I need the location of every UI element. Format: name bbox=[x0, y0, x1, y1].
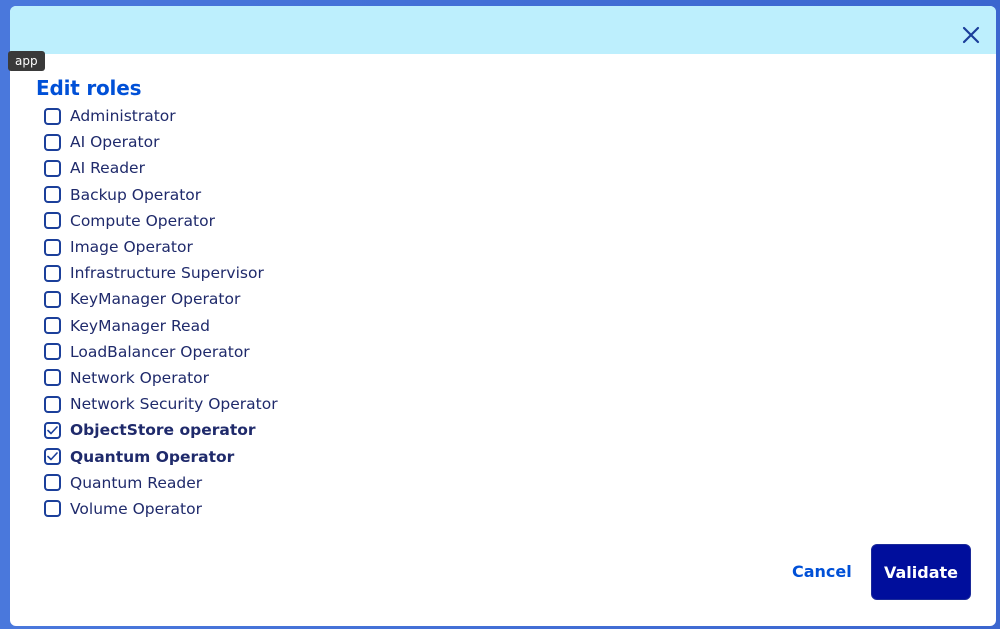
role-checkbox[interactable] bbox=[44, 107, 61, 125]
role-checkbox[interactable] bbox=[44, 448, 61, 466]
close-button[interactable] bbox=[960, 24, 982, 46]
edit-roles-dialog: Edit roles Administrator AI Operator AI Re… bbox=[10, 6, 996, 626]
role-label: ObjectStore operator bbox=[70, 421, 256, 440]
role-checkbox[interactable] bbox=[44, 343, 61, 361]
role-option[interactable]: Infrastructure Supervisor bbox=[44, 260, 278, 286]
role-label: Backup Operator bbox=[70, 185, 202, 204]
role-option[interactable]: Quantum Operator bbox=[44, 443, 278, 469]
close-icon bbox=[962, 26, 980, 44]
role-checkbox[interactable] bbox=[44, 186, 61, 204]
role-option[interactable]: Quantum Reader bbox=[44, 470, 278, 496]
role-label: AI Operator bbox=[70, 133, 160, 152]
role-label: Compute Operator bbox=[70, 211, 215, 230]
validate-button[interactable]: Validate bbox=[871, 544, 971, 600]
role-label: Administrator bbox=[70, 107, 176, 126]
check-icon bbox=[47, 452, 58, 461]
role-label: AI Reader bbox=[70, 159, 145, 178]
role-label: KeyManager Operator bbox=[70, 290, 241, 309]
role-label: Image Operator bbox=[70, 238, 193, 257]
role-label: Network Security Operator bbox=[70, 395, 278, 414]
app-tooltip: app bbox=[8, 51, 45, 71]
role-checkbox[interactable] bbox=[44, 317, 61, 335]
role-checkbox[interactable] bbox=[44, 369, 61, 387]
role-option[interactable]: Backup Operator bbox=[44, 182, 278, 208]
role-option[interactable]: Network Security Operator bbox=[44, 391, 278, 417]
role-option[interactable]: AI Operator bbox=[44, 129, 278, 155]
role-option[interactable]: Administrator bbox=[44, 103, 278, 129]
role-checkbox[interactable] bbox=[44, 395, 61, 413]
dialog-header bbox=[10, 6, 996, 54]
role-checkbox[interactable] bbox=[44, 159, 61, 177]
cancel-button[interactable]: Cancel bbox=[792, 562, 852, 581]
role-option[interactable]: AI Reader bbox=[44, 155, 278, 181]
role-label: Infrastructure Supervisor bbox=[70, 264, 264, 283]
role-option[interactable]: Compute Operator bbox=[44, 208, 278, 234]
role-option[interactable]: ObjectStore operator bbox=[44, 417, 278, 443]
role-checkbox[interactable] bbox=[44, 264, 61, 282]
role-option[interactable]: KeyManager Read bbox=[44, 313, 278, 339]
role-checkbox[interactable] bbox=[44, 421, 61, 439]
role-option[interactable]: KeyManager Operator bbox=[44, 286, 278, 312]
role-label: KeyManager Read bbox=[70, 316, 210, 335]
role-checkbox[interactable] bbox=[44, 290, 61, 308]
role-option[interactable]: LoadBalancer Operator bbox=[44, 339, 278, 365]
role-label: Network Operator bbox=[70, 368, 210, 387]
role-checkbox[interactable] bbox=[44, 212, 61, 230]
role-checkbox[interactable] bbox=[44, 474, 61, 492]
roles-list: Administrator AI Operator AI Reader Backup … bbox=[44, 103, 278, 522]
role-label: Quantum Operator bbox=[70, 447, 235, 466]
check-icon bbox=[47, 426, 58, 435]
role-label: Quantum Reader bbox=[70, 473, 203, 492]
role-checkbox[interactable] bbox=[44, 500, 61, 518]
role-checkbox[interactable] bbox=[44, 238, 61, 256]
role-option[interactable]: Network Operator bbox=[44, 365, 278, 391]
role-label: Volume Operator bbox=[70, 499, 202, 518]
role-checkbox[interactable] bbox=[44, 133, 61, 151]
role-option[interactable]: Image Operator bbox=[44, 234, 278, 260]
role-label: LoadBalancer Operator bbox=[70, 342, 250, 361]
dialog-title: Edit roles bbox=[36, 76, 142, 100]
role-option[interactable]: Volume Operator bbox=[44, 496, 278, 522]
